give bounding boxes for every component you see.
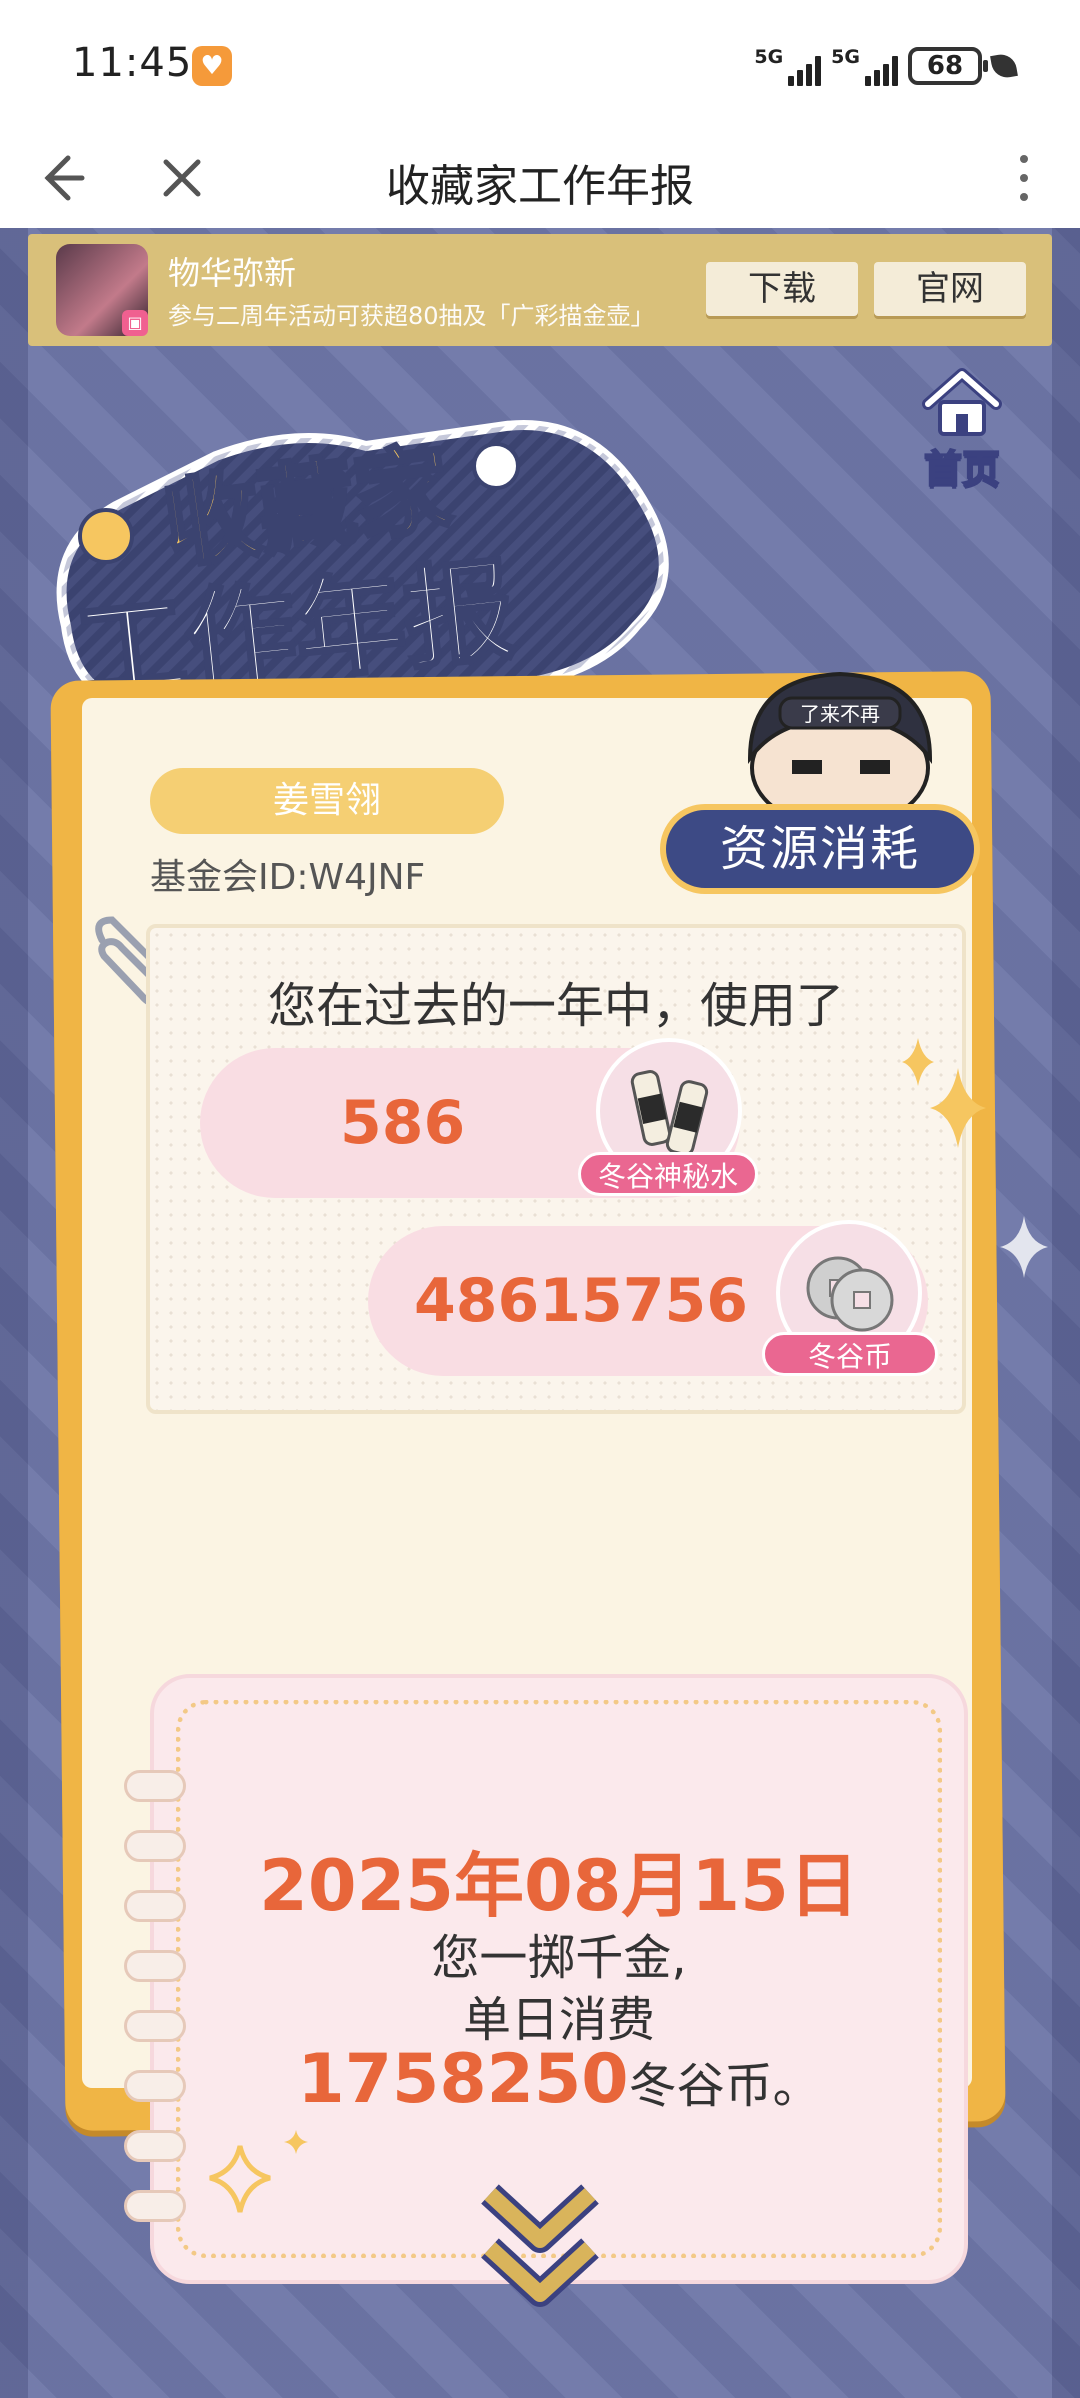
status-indicators: 5G 5G 68 [754, 44, 1018, 88]
status-bar: 11:45 ♥ 5G 5G 68 [0, 0, 1080, 128]
event-spend-line: 1758250冬谷币。 [154, 2040, 964, 2119]
sparkle-icon [209, 2130, 308, 2213]
title-bar: 收藏家工作年报 [0, 128, 1080, 228]
event-date: 2025年08月15日 [259, 1845, 859, 1927]
usage-item-label: 冬谷神秘水 [578, 1152, 758, 1196]
home-label: 首页 [923, 446, 1001, 492]
official-site-button[interactable]: 官网 [874, 262, 1026, 316]
player-name: 姜雪翎 [150, 768, 504, 834]
cellular-signal-icon: 5G [754, 46, 822, 86]
usage-item-label: 冬谷币 [762, 1332, 938, 1376]
mascot-illustration: 了来不再 [747, 671, 933, 818]
home-icon [920, 368, 1004, 438]
page-title: 收藏家工作年报 [386, 161, 694, 212]
app-name: 物华弥新 [168, 254, 297, 292]
sparkle-icon [1000, 1216, 1048, 1278]
scroll-down-chevron-icon[interactable] [460, 2164, 620, 2324]
section-tag: 资源消耗 [660, 804, 980, 894]
event-text-line1: 您一掷千金, [431, 1930, 687, 1986]
cellular-signal-icon-2: 5G [831, 46, 898, 86]
fund-id: 基金会ID:W4JNF [150, 857, 426, 898]
usage-item-value: 586 [340, 1088, 466, 1158]
event-spend-amount: 1758250 [297, 2040, 629, 2119]
download-button[interactable]: 下载 [706, 262, 858, 316]
power-saving-leaf-icon [990, 52, 1018, 80]
bilibili-badge-icon: ▣ [122, 310, 148, 336]
more-options-icon[interactable] [992, 146, 1056, 210]
report-page: ▣ 物华弥新 参与二周年活动可获超80抽及「广彩描金壶」 下载 官网 首页 收藏… [0, 228, 1080, 2398]
battery-icon: 68 [908, 47, 988, 85]
event-spend-unit: 冬谷币。 [628, 2058, 821, 2114]
report-logo: 收藏家 工作年报 [56, 420, 669, 716]
usage-item-value: 48615756 [414, 1266, 748, 1336]
app-notification-icon: ♥ [192, 46, 232, 86]
usage-heading: 您在过去的一年中，使用了 [267, 978, 844, 1034]
status-time: 11:45 [72, 40, 193, 86]
home-button[interactable]: 首页 [912, 368, 1012, 498]
sparkle-icon [902, 1038, 986, 1148]
app-description: 参与二周年活动可获超80抽及「广彩描金壶」 [168, 302, 655, 330]
mascot-band-text: 了来不再 [800, 702, 880, 726]
app-download-banner[interactable]: ▣ 物华弥新 参与二周年活动可获超80抽及「广彩描金壶」 下载 官网 [28, 234, 1052, 346]
